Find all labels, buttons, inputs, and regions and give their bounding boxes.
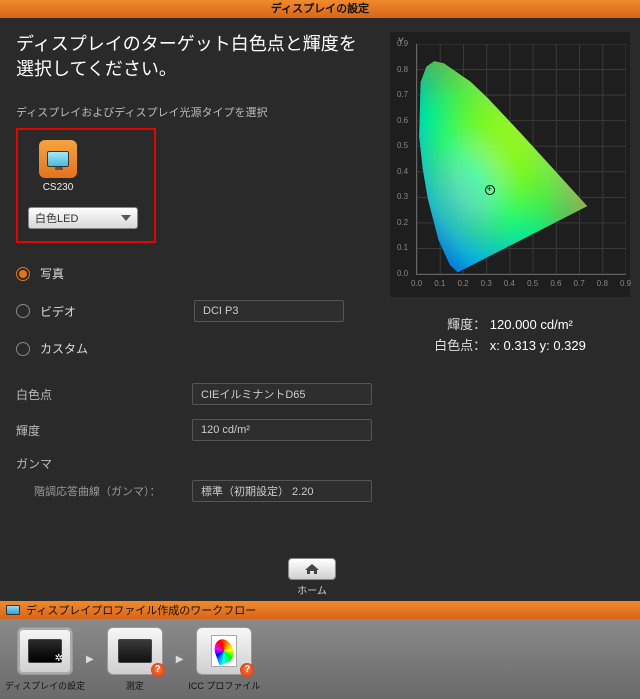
home-icon bbox=[303, 562, 321, 576]
workflow-step-icc[interactable]: ? ICC プロファイル bbox=[187, 627, 261, 692]
arrow-icon: ▶ bbox=[86, 654, 94, 665]
monitor-icon bbox=[39, 140, 77, 178]
video-preset-field[interactable]: DCI P3 bbox=[194, 300, 344, 322]
target-readout: 輝度： 120.000 cd/m² 白色点： x: 0.313 y: 0.329 bbox=[390, 315, 630, 357]
mode-custom-row[interactable]: カスタム bbox=[16, 340, 372, 357]
chromaticity-chart: Y 0.00.10.20.30.40.50.60.70.80.90.00.10.… bbox=[390, 32, 630, 297]
home-button[interactable] bbox=[288, 558, 336, 580]
backlight-dropdown[interactable]: 白色LED bbox=[28, 207, 138, 229]
help-badge-icon[interactable]: ? bbox=[240, 663, 254, 677]
mode-photo-row[interactable]: 写真 bbox=[16, 265, 372, 282]
mode-label: カスタム bbox=[40, 340, 88, 357]
arrow-icon: ▶ bbox=[176, 654, 184, 665]
workflow-bar: ディスプレイの設定 ▶ ? 測定 ▶ ? ICC プロファイル bbox=[0, 619, 640, 699]
mode-video-row[interactable]: ビデオ DCI P3 bbox=[16, 300, 372, 322]
display-selection-panel: CS230 白色LED bbox=[16, 128, 156, 243]
display-name: CS230 bbox=[43, 182, 74, 193]
radio-icon bbox=[16, 267, 30, 281]
home-label: ホーム bbox=[297, 582, 327, 597]
mode-label: ビデオ bbox=[40, 303, 96, 320]
white-point-marker bbox=[485, 185, 495, 195]
lightsource-label: ディスプレイおよびディスプレイ光源タイプを選択 bbox=[16, 104, 372, 120]
monitor-icon bbox=[6, 605, 20, 615]
monitor-adjust-icon bbox=[28, 639, 62, 663]
chevron-down-icon bbox=[121, 215, 131, 221]
white-point-field[interactable]: CIEイルミナントD65 bbox=[192, 383, 372, 405]
workflow-header: ディスプレイプロファイル作成のワークフロー bbox=[0, 601, 640, 619]
page-heading: ディスプレイのターゲット白色点と輝度を選択してください。 bbox=[16, 32, 372, 82]
radio-icon bbox=[16, 304, 30, 318]
icc-profile-icon bbox=[211, 635, 237, 667]
tone-curve-label: 階調応答曲線（ガンマ）： bbox=[16, 483, 192, 499]
workflow-step-display-settings[interactable]: ディスプレイの設定 bbox=[8, 627, 82, 692]
backlight-value: 白色LED bbox=[35, 210, 78, 226]
display-chip[interactable]: CS230 bbox=[28, 140, 88, 193]
monitor-measure-icon bbox=[118, 639, 152, 663]
help-badge-icon[interactable]: ? bbox=[151, 663, 165, 677]
tone-curve-field[interactable]: 標準（初期設定） 2.20 bbox=[192, 480, 372, 502]
radio-icon bbox=[16, 342, 30, 356]
window-title: ディスプレイの設定 bbox=[0, 0, 640, 18]
brightness-label: 輝度 bbox=[16, 422, 192, 439]
workflow-step-measure[interactable]: ? 測定 bbox=[98, 627, 172, 692]
mode-label: 写真 bbox=[40, 265, 64, 282]
white-point-label: 白色点 bbox=[16, 386, 192, 403]
gamma-label: ガンマ bbox=[16, 455, 192, 472]
brightness-field[interactable]: 120 cd/m² bbox=[192, 419, 372, 441]
